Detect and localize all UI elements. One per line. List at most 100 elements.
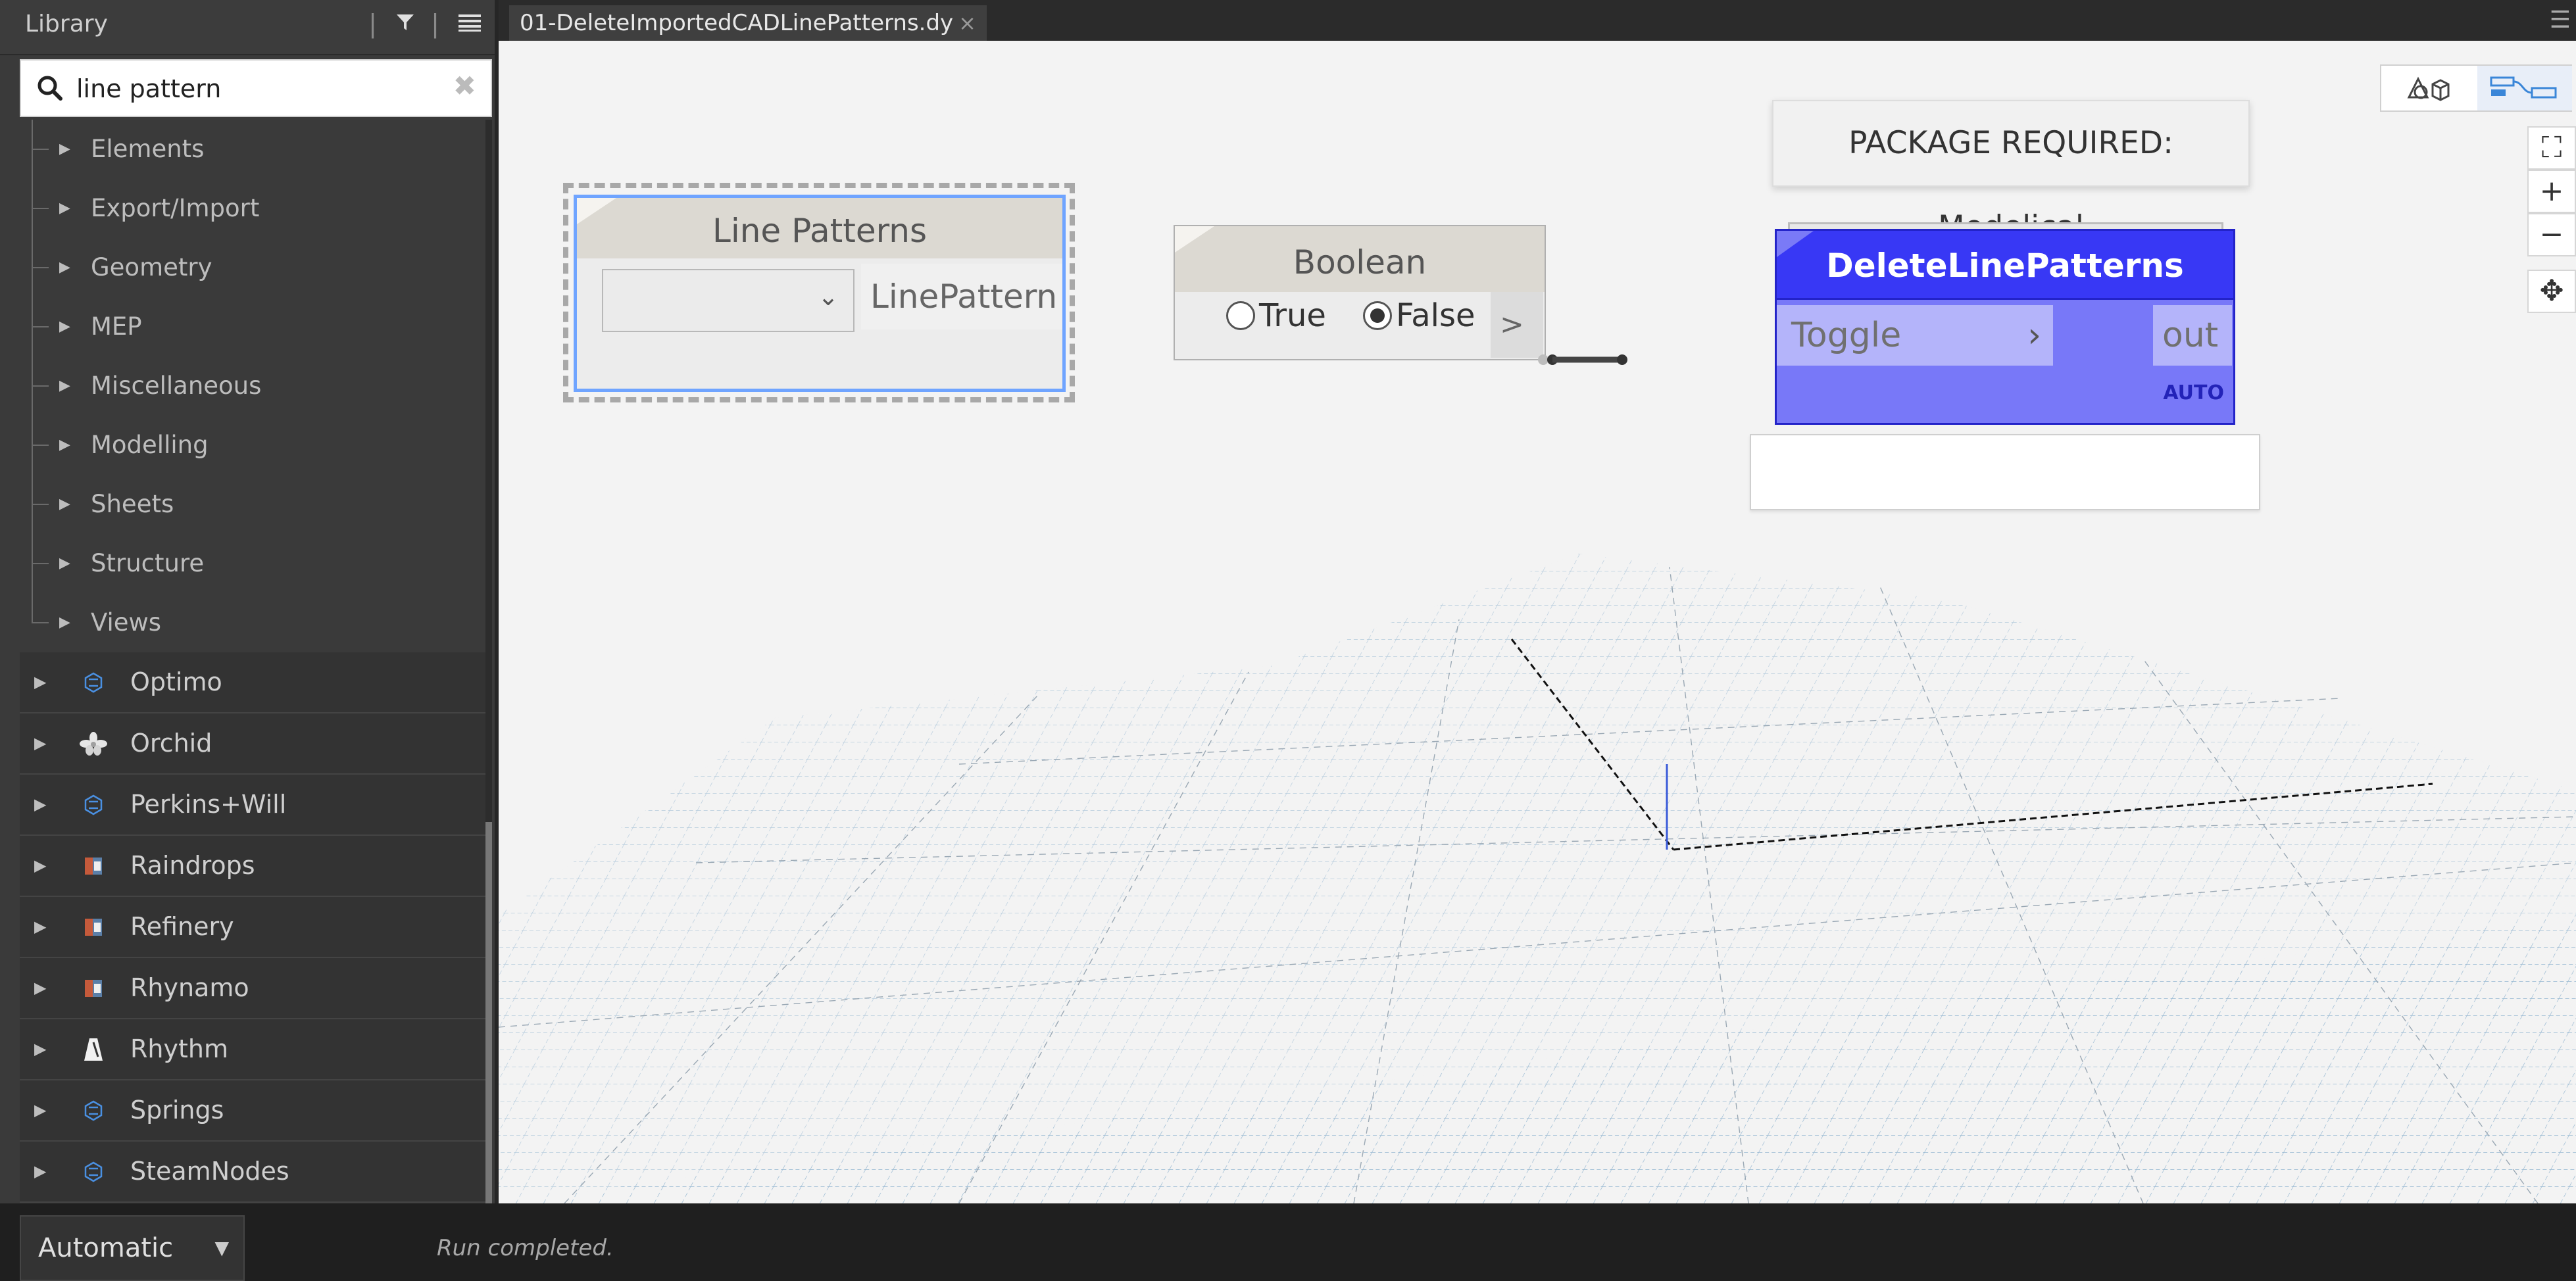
tree-tick (32, 208, 49, 209)
tree-guide (32, 593, 33, 623)
tree-item-sheets[interactable]: ▶ Sheets (20, 475, 488, 534)
chevron-down-icon: ⌄ (818, 282, 839, 311)
node-boolean[interactable]: Boolean True False > (1174, 225, 1546, 360)
orchid-icon (79, 729, 108, 758)
node-header[interactable]: Boolean (1175, 226, 1545, 292)
tab-workspace[interactable]: 01-DeleteImportedCADLinePatterns.dy × (509, 5, 987, 41)
zoom-in-button[interactable]: + (2527, 170, 2576, 213)
node-header[interactable]: Line Patterns (577, 198, 1062, 258)
package-label: Springs (130, 1096, 224, 1124)
connector-wire[interactable] (1538, 350, 1630, 370)
package-item-steamnodes[interactable]: ▶ SteamNodes (20, 1142, 488, 1203)
expand-arrow-icon[interactable]: ▶ (34, 958, 46, 1018)
expand-arrow-icon[interactable]: ▶ (34, 713, 46, 773)
run-mode-dropdown[interactable]: Automatic ▼ (20, 1215, 245, 1281)
node-line-patterns[interactable]: Line Patterns ⌄ LinePattern (563, 183, 1075, 402)
package-item-raindrops[interactable]: ▶ Raindrops (20, 836, 488, 897)
node-header[interactable]: DeleteLinePatterns (1775, 229, 2235, 300)
tree-item-mep[interactable]: ▶ MEP (20, 297, 488, 356)
radio-selected-dot (1370, 308, 1385, 323)
zoom-out-button[interactable]: − (2527, 213, 2576, 256)
tree-item-views[interactable]: ▶ Views (20, 593, 488, 652)
search-input[interactable] (75, 70, 446, 108)
expand-arrow-icon[interactable]: ▶ (34, 1080, 46, 1140)
tree-item-miscellaneous[interactable]: ▶ Miscellaneous (20, 356, 488, 416)
package-item-perkins-will[interactable]: ▶ Perkins+Will (20, 775, 488, 836)
menu-icon[interactable]: ☰ (2550, 7, 2571, 34)
tree-tick (32, 385, 49, 387)
geometry-view-icon (2407, 76, 2450, 101)
radio-false[interactable] (1363, 301, 1392, 330)
tree-item-label: Geometry (91, 253, 212, 281)
package-icon (79, 1157, 108, 1186)
library-header: Library | | (0, 0, 495, 55)
tree-item-label: Views (91, 608, 162, 637)
run-mode-value: Automatic (38, 1233, 174, 1263)
package-item-rhynamo[interactable]: ▶ Rhynamo (20, 958, 488, 1019)
minus-icon: − (2539, 218, 2564, 251)
expand-arrow-icon[interactable]: ▶ (59, 356, 70, 416)
node-body: Toggle › out AUTO (1775, 300, 2235, 425)
expand-arrow-icon[interactable]: ▶ (34, 775, 46, 834)
expand-arrow-icon[interactable]: ▶ (59, 593, 70, 652)
node-delete-line-patterns[interactable]: DeleteLinePatterns Toggle › out AUTO (1775, 222, 2235, 466)
output-port-linepattern[interactable]: LinePattern (861, 264, 1062, 329)
output-port-out[interactable]: out (2153, 305, 2232, 366)
package-item-orchid[interactable]: ▶ Orchid (20, 713, 488, 775)
plus-icon: + (2539, 174, 2564, 208)
tree-item-label: Miscellaneous (91, 372, 262, 400)
custom-package-icon (79, 974, 108, 1003)
expand-arrow-icon[interactable]: ▶ (34, 1142, 46, 1201)
library-search[interactable]: ✖ (20, 59, 492, 117)
port-label: > (1500, 308, 1524, 341)
tree-item-structure[interactable]: ▶ Structure (20, 534, 488, 593)
workspace-canvas[interactable]: Line Patterns ⌄ LinePattern Boolean True… (499, 41, 2576, 1203)
port-label: Toggle (1791, 316, 1902, 355)
expand-arrow-icon[interactable]: ▶ (34, 897, 46, 957)
radio-true[interactable] (1226, 301, 1255, 330)
chevron-right-icon: › (2027, 316, 2041, 355)
input-port-toggle[interactable]: Toggle › (1777, 305, 2053, 366)
expand-arrow-icon[interactable]: ▶ (34, 836, 46, 896)
output-port-boolean[interactable]: > (1491, 292, 1543, 358)
pan-button[interactable]: ✥ (2527, 270, 2576, 313)
tree-tick (32, 622, 49, 623)
expand-arrow-icon[interactable]: ▶ (59, 297, 70, 356)
list-icon[interactable] (447, 9, 482, 38)
zoom-fit-button[interactable]: ⛶ (2527, 126, 2576, 170)
expand-arrow-icon[interactable]: ▶ (59, 475, 70, 534)
expand-arrow-icon[interactable]: ▶ (59, 179, 70, 238)
tree-item-modelling[interactable]: ▶ Modelling (20, 416, 488, 475)
filter-icon[interactable] (385, 9, 426, 38)
graph-view-toggle[interactable] (2477, 66, 2572, 110)
custom-package-icon (79, 913, 108, 942)
library-scrollbar-thumb[interactable] (485, 822, 492, 1203)
tree-tick (32, 326, 49, 327)
package-item-springs[interactable]: ▶ Springs (20, 1080, 488, 1142)
expand-arrow-icon[interactable]: ▶ (59, 238, 70, 297)
tree-item-elements[interactable]: ▶ Elements (20, 120, 488, 179)
tree-item-label: Structure (91, 549, 205, 577)
tree-tick (32, 149, 49, 150)
package-item-optimo[interactable]: ▶ Optimo (20, 652, 488, 713)
package-item-refinery[interactable]: ▶ Refinery (20, 897, 488, 958)
tree-item-export-import[interactable]: ▶ Export/Import (20, 179, 488, 238)
clear-search-icon[interactable]: ✖ (453, 70, 476, 102)
close-icon[interactable]: × (958, 11, 976, 36)
expand-arrow-icon[interactable]: ▶ (59, 120, 70, 179)
package-icon (79, 790, 108, 819)
expand-arrow-icon[interactable]: ▶ (34, 652, 46, 712)
node-title: DeleteLinePatterns (1826, 247, 2184, 285)
expand-arrow-icon[interactable]: ▶ (59, 534, 70, 593)
expand-arrow-icon[interactable]: ▶ (34, 1019, 46, 1079)
line-pattern-dropdown[interactable]: ⌄ (602, 269, 855, 332)
library-tree: ▶ Elements ▶ Export/Import ▶ Geometry ▶ … (20, 120, 488, 1203)
background-preview-toggle[interactable] (2381, 66, 2477, 110)
port-label: LinePattern (870, 278, 1058, 316)
tree-item-geometry[interactable]: ▶ Geometry (20, 238, 488, 297)
library-panel: Library | | ✖ ▶ Elements ▶ Export/Import (0, 0, 495, 1203)
node-title: Line Patterns (712, 212, 928, 250)
package-item-rhythm[interactable]: ▶ Rhythm (20, 1019, 488, 1080)
expand-arrow-icon[interactable]: ▶ (59, 416, 70, 475)
node-preview-bubble (1750, 434, 2260, 510)
